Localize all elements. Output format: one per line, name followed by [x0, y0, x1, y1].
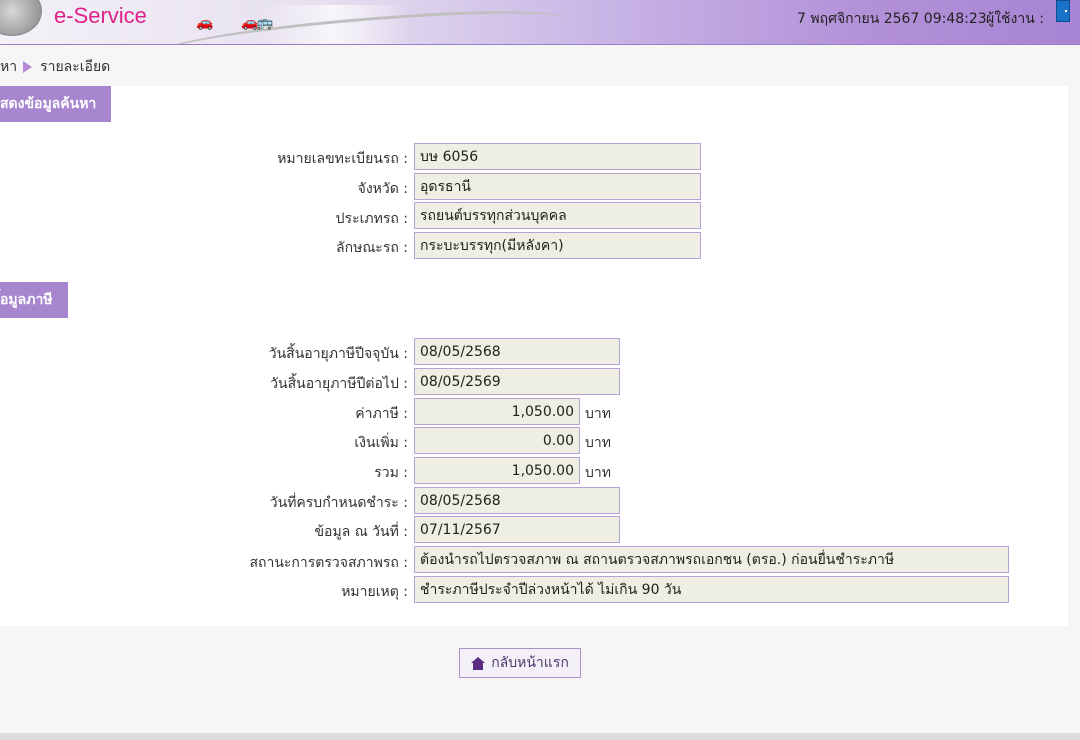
current-datetime: 7 พฤศจิกายน 2567 09:48:23	[797, 11, 987, 27]
tax-amount-label: ค่าภาษี :	[355, 406, 408, 422]
breadcrumb-arrow-icon	[23, 61, 33, 73]
plate-label: หมายเลขทะเบียนรถ :	[277, 151, 408, 167]
footer-bar	[0, 733, 1080, 740]
total-unit: บาท	[585, 465, 611, 481]
surcharge-unit: บาท	[585, 435, 611, 451]
back-home-label: กลับหน้าแรก	[491, 655, 569, 671]
department-seal-logo	[0, 0, 42, 36]
vehicle-type-label: ประเภทรถ :	[335, 211, 408, 227]
logout-door-icon[interactable]	[1056, 0, 1070, 22]
breadcrumb-current: รายละเอียด	[40, 59, 111, 75]
province-field: อุดรธานี	[414, 173, 701, 200]
main-panel: สดงข้อมูลค้นหา หมายเลขทะเบียนรถ : บษ 605…	[0, 86, 1068, 626]
total-field: 1,050.00	[414, 457, 580, 484]
remark-field: ชำระภาษีประจำปีล่วงหน้าได้ ไม่เกิน 90 วั…	[414, 576, 1009, 603]
header-banner: e-Service 🚗 🚗 🚌 7 พฤศจิกายน 2567 09:48:2…	[0, 0, 1080, 45]
back-home-button[interactable]: กลับหน้าแรก	[459, 648, 581, 678]
user-label: ผู้ใช้งาน :	[986, 11, 1044, 27]
eservice-logo: e-Service	[54, 3, 147, 28]
inspection-status-field: ต้องนำรถไปตรวจสภาพ ณ สถานตรวจสภาพรถเอกชน…	[414, 546, 1009, 573]
inspection-status-label: สถานะการตรวจสภาพรถ :	[249, 555, 408, 571]
province-label: จังหวัด :	[357, 181, 408, 197]
vehicle-type-field: รถยนต์บรรทุกส่วนบุคคล	[414, 202, 701, 229]
expire-next-label: วันสิ้นอายุภาษีปีต่อไป :	[270, 376, 408, 392]
vehicle-section-header: สดงข้อมูลค้นหา	[0, 86, 111, 122]
surcharge-label: เงินเพิ่ม :	[354, 435, 408, 451]
data-date-field: 07/11/2567	[414, 516, 620, 543]
car-icon: 🚗	[196, 15, 214, 31]
home-icon	[471, 656, 486, 670]
due-date-label: วันที่ครบกำหนดชำระ :	[269, 495, 408, 511]
plate-field: บษ 6056	[414, 143, 701, 170]
breadcrumb-search-link[interactable]: หา	[0, 56, 17, 78]
surcharge-field: 0.00	[414, 427, 580, 454]
breadcrumb: หา รายละเอียด	[0, 56, 110, 78]
expire-next-field: 08/05/2569	[414, 368, 620, 395]
vehicle-style-field: กระบะบรรทุก(มีหลังคา)	[414, 232, 701, 259]
tax-section-header: ้อมูลภาษี	[0, 282, 68, 318]
tax-amount-unit: บาท	[585, 406, 611, 422]
due-date-field: 08/05/2568	[414, 487, 620, 514]
truck-icon: 🚌	[256, 15, 274, 31]
vehicle-style-label: ลักษณะรถ :	[336, 240, 408, 256]
data-date-label: ข้อมูล ณ วันที่ :	[314, 524, 408, 540]
expire-current-label: วันสิ้นอายุภาษีปีจจุบัน :	[268, 346, 408, 362]
expire-current-field: 08/05/2568	[414, 338, 620, 365]
total-label: รวม :	[374, 465, 408, 481]
remark-label: หมายเหตุ :	[341, 584, 408, 600]
tax-amount-field: 1,050.00	[414, 398, 580, 425]
